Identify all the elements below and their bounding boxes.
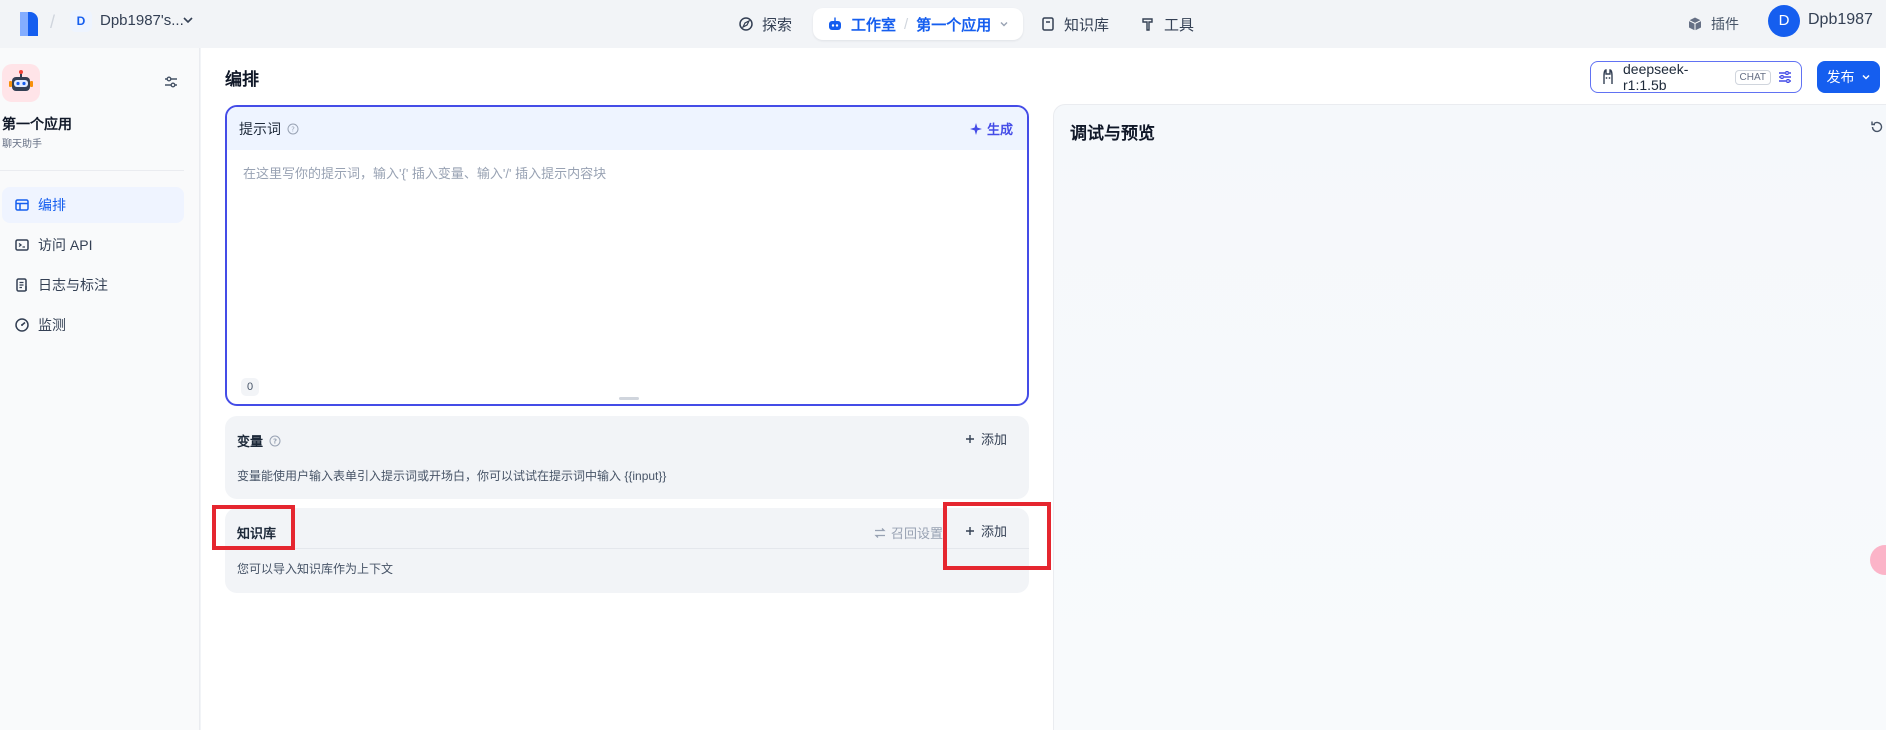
knowledge-description: 您可以导入知识库作为上下文 [237, 562, 394, 576]
add-label: 添加 [980, 432, 1007, 447]
variables-title-row: 变量 ? [237, 431, 281, 450]
model-mode-badge: CHAT [1734, 69, 1771, 85]
sidebar-item-label: 访问 API [38, 237, 93, 253]
sparkle-icon [969, 122, 983, 136]
recall-label: 召回设置 [891, 526, 944, 541]
char-count: 0 [241, 378, 259, 396]
log-icon [14, 277, 30, 293]
variables-description: 变量能使用户输入表单引入提示词或开场白，你可以试试在提示词中输入 {{input… [237, 469, 667, 483]
publish-label: 发布 [1826, 69, 1855, 85]
workspace-name[interactable]: Dpb1987's... [100, 12, 184, 29]
nav-plugins-label: 插件 [1711, 16, 1739, 32]
recall-settings-button[interactable]: 召回设置 [873, 523, 943, 542]
chevron-down-icon[interactable] [182, 14, 194, 26]
sidebar-item-api[interactable]: 访问 API [2, 227, 184, 263]
prompt-editor[interactable]: 提示词 ? 生成 在这里写你的提示词，输入'{' 插入变量、输入'/' 插入提示… [225, 105, 1029, 406]
gauge-icon [14, 317, 30, 333]
app-title: 第一个应用 [2, 116, 72, 132]
nav-explore-label: 探索 [762, 16, 793, 34]
main-content: 编排 deepseek-r1:1.5b CHAT 发布 提示词 ? 生成 在这里… [201, 48, 1886, 730]
debug-preview-panel: 调试与预览 [1053, 104, 1886, 730]
llama-icon [1599, 68, 1617, 86]
robot-icon [827, 16, 843, 32]
svg-text:?: ? [273, 437, 277, 445]
chevron-down-icon [1861, 72, 1871, 82]
variables-title: 变量 [237, 434, 264, 449]
refresh-icon[interactable] [1869, 119, 1885, 135]
highlight-add-knowledge [943, 502, 1051, 570]
sidebar-settings-icon[interactable] [163, 74, 179, 90]
book-icon [1040, 16, 1056, 32]
app-logo[interactable] [18, 10, 40, 38]
knowledge-divider [225, 548, 1029, 549]
prompt-placeholder[interactable]: 在这里写你的提示词，输入'{' 插入变量、输入'/' 插入提示内容块 [243, 163, 606, 182]
prompt-title: 提示词 [239, 120, 281, 137]
breadcrumb-separator: / [904, 15, 909, 33]
hammer-icon [1140, 16, 1156, 32]
highlight-knowledge-title [212, 505, 295, 550]
model-selector[interactable]: deepseek-r1:1.5b CHAT [1590, 61, 1802, 93]
nav-plugins[interactable]: 插件 [1687, 8, 1739, 40]
nav-tools-label: 工具 [1164, 16, 1195, 34]
sidebar-item-logs[interactable]: 日志与标注 [2, 267, 184, 303]
compass-icon [738, 16, 754, 32]
sidebar-item-label: 编排 [38, 197, 66, 213]
sidebar-divider [0, 170, 184, 171]
nav-studio[interactable]: 工作室 / 第一个应用 [813, 8, 1024, 40]
app-robot-avatar [2, 64, 40, 102]
app-sidebar: 第一个应用 聊天助手 编排 访问 API 日志与标注 监测 [0, 48, 200, 730]
publish-button[interactable]: 发布 [1817, 61, 1880, 93]
sidebar-item-orchestrate[interactable]: 编排 [2, 187, 184, 223]
prompt-header: 提示词 ? 生成 [227, 107, 1027, 150]
generate-label: 生成 [986, 122, 1013, 137]
knowledge-card: 知识库 召回设置 添加 您可以导入知识库作为上下文 [225, 508, 1029, 593]
sliders-icon[interactable] [1777, 69, 1793, 85]
add-variable-button[interactable]: 添加 [964, 429, 1007, 448]
generate-button[interactable]: 生成 [969, 119, 1013, 138]
nav-knowledge-label: 知识库 [1064, 16, 1110, 34]
nav-tools[interactable]: 工具 [1130, 8, 1204, 40]
user-avatar[interactable]: D [1768, 5, 1800, 37]
help-icon[interactable]: ? [269, 435, 281, 447]
nav-studio-label: 工作室 [851, 16, 897, 34]
current-app-selector[interactable]: 第一个应用 [916, 14, 991, 35]
swap-icon [873, 526, 887, 540]
layout-icon [14, 197, 30, 213]
sidebar-item-label: 监测 [38, 317, 66, 333]
app-type: 聊天助手 [2, 139, 42, 150]
svg-text:?: ? [291, 125, 295, 133]
page-title: 编排 [225, 70, 259, 89]
cube-icon [1687, 16, 1703, 32]
model-name: deepseek-r1:1.5b [1623, 61, 1689, 93]
plus-icon [964, 433, 976, 445]
breadcrumb-separator: / [50, 12, 56, 32]
debug-title: 调试与预览 [1070, 124, 1155, 143]
sidebar-item-monitor[interactable]: 监测 [2, 307, 184, 343]
variables-card: 变量 ? 添加 变量能使用户输入表单引入提示词或开场白，你可以试试在提示词中输入… [225, 416, 1029, 499]
resize-handle[interactable] [619, 397, 639, 400]
nav-explore[interactable]: 探索 [728, 8, 802, 40]
chevron-down-icon[interactable] [999, 19, 1009, 29]
user-name[interactable]: Dpb1987 [1808, 11, 1873, 29]
top-navigation-bar: / D Dpb1987's... 探索 工作室 / 第一个应用 知识库 工具 插… [0, 0, 1886, 48]
terminal-icon [14, 237, 30, 253]
workspace-avatar[interactable]: D [70, 10, 92, 32]
sidebar-item-label: 日志与标注 [38, 277, 108, 293]
help-icon[interactable]: ? [287, 123, 299, 135]
nav-knowledge[interactable]: 知识库 [1030, 8, 1119, 40]
